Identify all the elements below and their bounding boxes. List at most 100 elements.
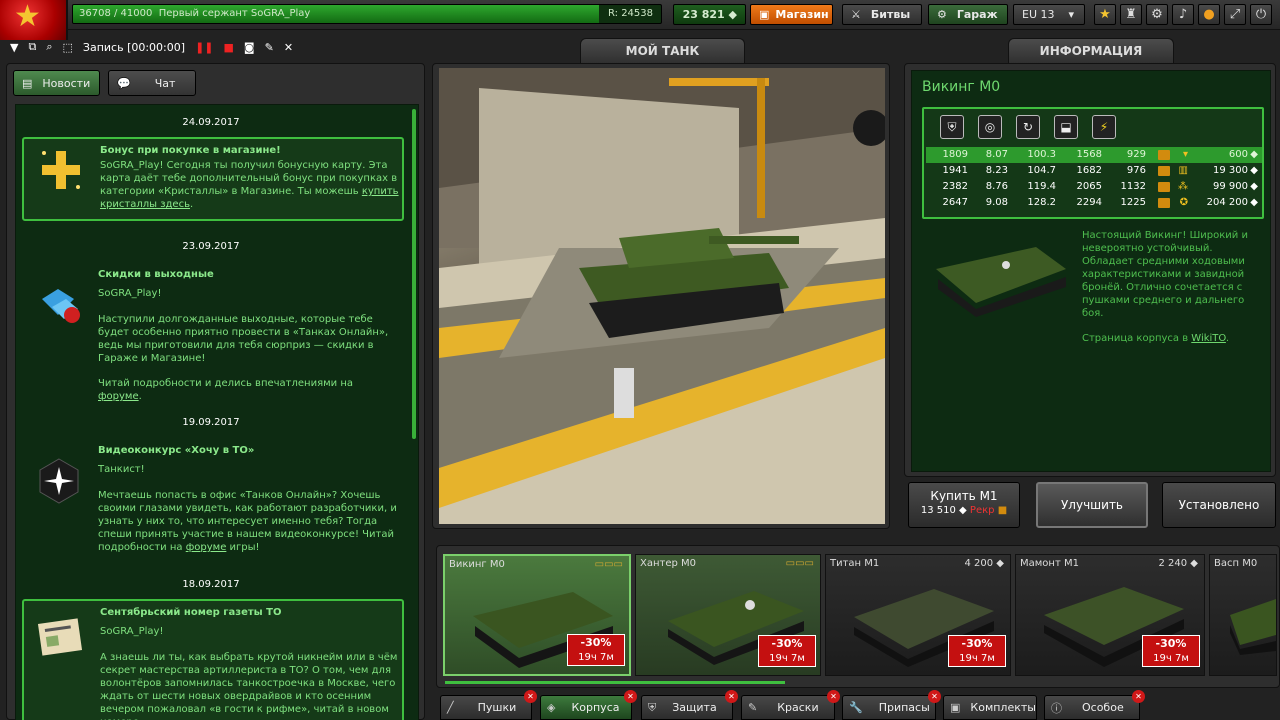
rank-marker: ■: [997, 505, 1008, 516]
filter-tab-supplies[interactable]: 🔧 Припасы ✕: [842, 690, 941, 720]
hull-preview-image: [936, 247, 1066, 317]
gun-icon: ╱: [447, 701, 454, 714]
tab-my-tank: МОЙ ТАНК: [580, 38, 745, 64]
discount-badge: -30% 19ч 7м: [1142, 635, 1200, 667]
buy-button[interactable]: Купить М1 13 510 ◆ Рекр ■: [908, 482, 1020, 528]
battles-button[interactable]: ⚔ Битвы: [842, 4, 922, 25]
stats-row-m1[interactable]: 1941 8.23 104.7 1682 976 ▥ 19 300 ◆: [926, 163, 1262, 179]
stats-row-m0[interactable]: 1809 8.07 100.3 1568 929 ▾ 600 ◆: [926, 147, 1262, 163]
armor-icon: ⛨: [940, 115, 964, 139]
close-icon[interactable]: ✕: [284, 41, 293, 54]
filter-tab-paints[interactable]: ✎ Краски ✕: [741, 690, 840, 720]
hull-card-wasp[interactable]: Васп М0: [1209, 554, 1277, 676]
server-select[interactable]: EU 13 ▾: [1013, 4, 1085, 25]
news-date: 23.09.2017: [182, 241, 240, 252]
settings-icon[interactable]: ⚙: [1146, 4, 1168, 25]
news-icon: ▤: [22, 76, 33, 90]
crystal-icon: ◆: [1250, 181, 1258, 192]
rank-marker: [1158, 166, 1170, 176]
pause-icon[interactable]: ❚❚: [195, 41, 213, 54]
hull-description: Настоящий Викинг! Широкий и невероятно у…: [1082, 230, 1248, 344]
news-sub: SoGRA_Play!: [100, 626, 164, 637]
wiki-link[interactable]: WikiTO: [1191, 333, 1226, 344]
crystal-icon: ◆: [1190, 558, 1198, 569]
news-body: А знаешь ли ты, как выбрать крутой никне…: [100, 652, 398, 720]
crystals-counter[interactable]: 23 821 ◆: [673, 4, 746, 25]
carousel-scrollbar[interactable]: [445, 681, 785, 684]
exit-icon[interactable]: ⏻: [1250, 4, 1272, 25]
fullscreen-icon[interactable]: ⤢: [1224, 4, 1246, 25]
news-tab-button[interactable]: ▤ Новости: [13, 70, 100, 96]
wrench-icon: 🔧: [849, 701, 863, 714]
news-feed[interactable]: 24.09.2017 Бонус при покупке в магазине!…: [15, 104, 419, 720]
friends-icon[interactable]: ♜: [1120, 4, 1142, 25]
news-item: Бонус при покупке в магазине! SoGRA_Play…: [22, 137, 404, 221]
sound-icon[interactable]: ♪: [1172, 4, 1194, 25]
discount-badge: -30% 19ч 7м: [758, 635, 816, 667]
chevron-down-icon: ▾: [1068, 8, 1075, 21]
slot-indicator: ▭▭▭: [594, 559, 623, 570]
star-icon: ★: [14, 0, 41, 34]
hull-card-hunter[interactable]: Хантер М0 ▭▭▭ -30% 19ч 7м: [635, 554, 821, 676]
forum-link[interactable]: форуме: [186, 542, 227, 553]
hull-card-mammoth[interactable]: Мамонт М1 2 240 ◆ -30% 19ч 7м: [1015, 554, 1205, 676]
stop-icon[interactable]: ■: [224, 41, 234, 54]
news-scrollbar[interactable]: [412, 109, 416, 439]
menu-arrow-icon[interactable]: ▼: [10, 41, 18, 54]
chat-tab-button[interactable]: 💬 Чат: [108, 70, 196, 96]
garage-button[interactable]: ⚙ Гараж: [928, 4, 1008, 25]
stat-icons: ⛨ ◎ ↻ ⬓ ⚡: [940, 115, 1116, 139]
window-icon[interactable]: ⧉: [28, 40, 36, 54]
shop-button[interactable]: ▣ Магазин: [750, 4, 833, 25]
stats-row-m2[interactable]: 2382 8.76 119.4 2065 1132 ⁂ 99 900 ◆: [926, 179, 1262, 195]
slot-indicator: ▭▭▭: [785, 558, 814, 569]
pen-icon[interactable]: ✎: [265, 41, 274, 54]
close-icon[interactable]: ✕: [624, 690, 637, 703]
shield-icon: ⛨: [648, 700, 657, 714]
coin-icon[interactable]: ●: [1198, 4, 1220, 25]
close-icon[interactable]: ✕: [928, 690, 941, 703]
filter-tab-kits[interactable]: ▣ Комплекты: [943, 695, 1037, 720]
tank-thumbnail: [1230, 599, 1276, 655]
speed-icon: ◎: [978, 115, 1002, 139]
news-title: Бонус при покупке в магазине!: [100, 145, 281, 156]
recording-toolbar: ▼ ⧉ ⌕ ⬚ Запись [00:00:00] ❚❚ ■ ◙ ✎ ✕: [10, 36, 293, 58]
crystal-icon: ◆: [1250, 197, 1258, 208]
info-panel: Викинг М0 ⛨ ◎ ↻ ⬓ ⚡ 1809 8.07 100.3 1568…: [904, 63, 1276, 477]
hull-icon: ◈: [547, 701, 556, 714]
star-button[interactable]: ★: [1094, 4, 1116, 25]
close-icon[interactable]: ✕: [827, 690, 840, 703]
filter-tab-guns[interactable]: ╱ Пушки ✕: [440, 690, 537, 720]
region-icon[interactable]: ⬚: [63, 41, 73, 54]
news-body: SoGRA_Play! Сегодня ты получил бонусную …: [100, 160, 399, 210]
hull-card-viking[interactable]: Викинг М0 ▭▭▭ -30% 19ч 7м: [443, 554, 631, 676]
filter-tab-special[interactable]: ⓘ Особое ✕: [1044, 690, 1145, 720]
garage-scene[interactable]: [439, 68, 885, 524]
rating-label: R: 24538: [608, 8, 653, 19]
upgrade-button[interactable]: Улучшить: [1036, 482, 1148, 528]
search-icon[interactable]: ⌕: [46, 40, 52, 54]
newspaper-icon: [37, 618, 83, 656]
rank-emblem[interactable]: ★: [0, 0, 68, 40]
installed-button[interactable]: Установлено: [1162, 482, 1276, 528]
close-icon[interactable]: ✕: [725, 690, 738, 703]
close-icon[interactable]: ✕: [524, 690, 537, 703]
power-icon: ⚡: [1092, 115, 1116, 139]
news-date: 24.09.2017: [182, 117, 240, 128]
news-item: Скидки в выходные SoGRA_Play! Наступили …: [22, 265, 404, 402]
info-icon: ⓘ: [1051, 701, 1062, 715]
rank-marker: [1158, 198, 1170, 208]
weight-icon: ⬓: [1054, 115, 1078, 139]
rank-progress-bar: 36708 / 41000 Первый сержант SoGRA_Play …: [72, 4, 662, 24]
bar-rank-icon: ▥: [1178, 165, 1188, 176]
filter-tab-protection[interactable]: ⛨ Защита ✕: [641, 690, 738, 720]
hull-card-titan[interactable]: Титан М1 4 200 ◆ -30% 19ч 7м: [825, 554, 1011, 676]
forum-link[interactable]: форуме: [98, 391, 139, 402]
close-icon[interactable]: ✕: [1132, 690, 1145, 703]
crystal-icon: ◆: [1250, 149, 1258, 160]
stars-rank-icon: ⁂: [1178, 181, 1188, 192]
stats-row-m3[interactable]: 2647 9.08 128.2 2294 1225 ✪ 204 200 ◆: [926, 195, 1262, 211]
filter-tab-hulls[interactable]: ◈ Корпуса ✕: [540, 690, 637, 720]
rank-marker: [1158, 150, 1170, 160]
camera-icon[interactable]: ◙: [244, 41, 255, 54]
